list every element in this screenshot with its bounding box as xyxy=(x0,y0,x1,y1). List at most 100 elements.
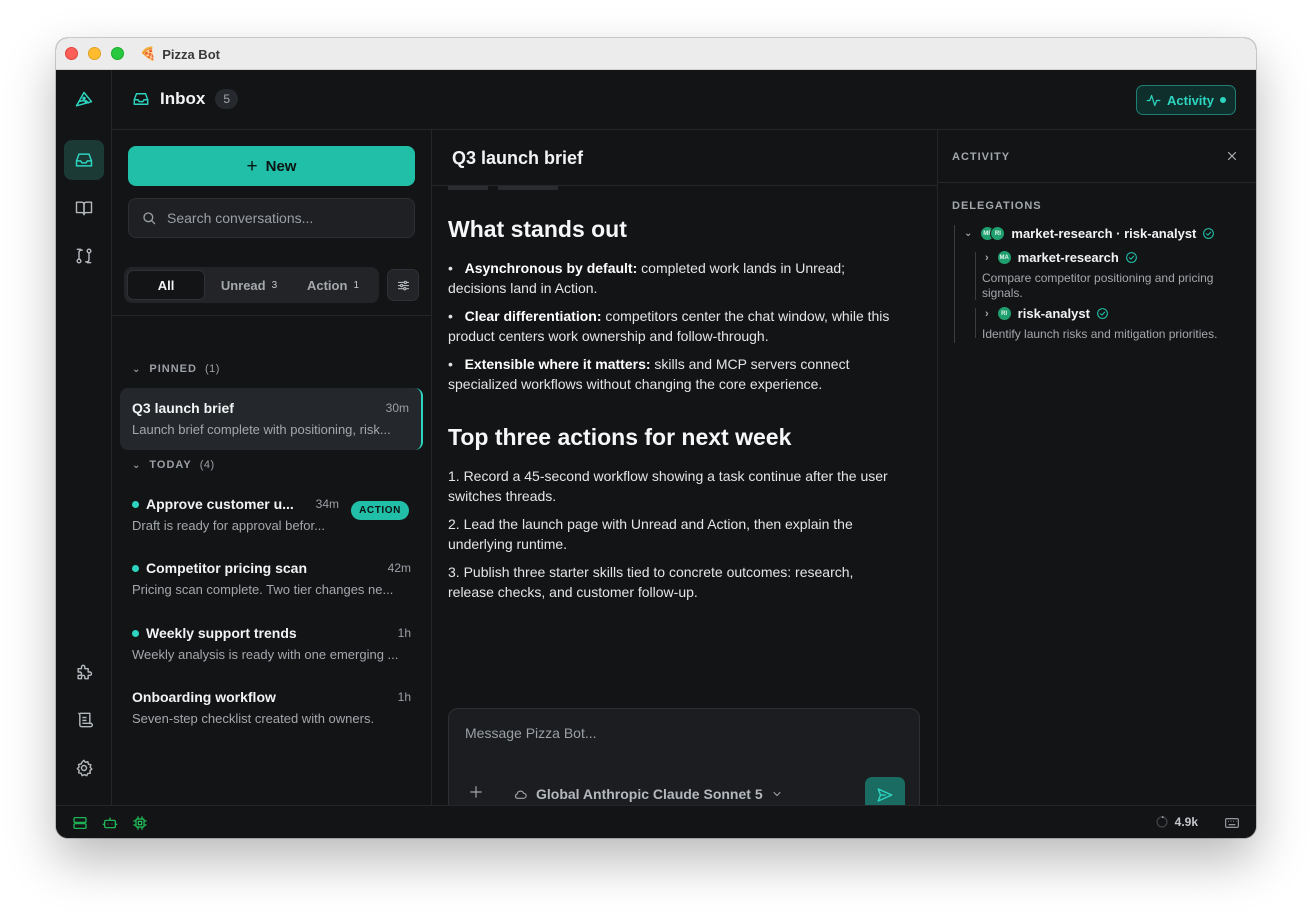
status-icons xyxy=(72,815,148,836)
send-icon xyxy=(877,788,893,802)
delegation-description: Compare competitor positioning and prici… xyxy=(982,271,1214,300)
rail-library-button[interactable] xyxy=(64,188,104,228)
server-status-button[interactable] xyxy=(72,815,88,836)
rail-inbox-button[interactable] xyxy=(64,140,104,180)
chevron-down-icon: ⌄ xyxy=(132,363,142,375)
chevron-down-icon: ⌄ xyxy=(964,228,973,239)
numbered-item: 1. Record a 45-second workflow showing a… xyxy=(448,468,888,504)
token-count: 4.9k xyxy=(1174,815,1198,829)
tab-unread-label: Unread xyxy=(220,277,266,293)
conversation-preview: Launch brief complete with positioning, … xyxy=(132,422,391,437)
page-title: Inbox xyxy=(160,89,206,108)
workflow-icon xyxy=(76,248,92,264)
zoom-window-button[interactable] xyxy=(111,47,124,60)
rail-workflows-button[interactable] xyxy=(64,236,104,276)
conversation-time: 1h xyxy=(397,626,411,640)
numbered-item: 3. Publish three starter skills tied to … xyxy=(448,564,854,600)
rail-logs-button[interactable] xyxy=(64,700,104,740)
close-window-button[interactable] xyxy=(65,47,78,60)
agent-status-button[interactable] xyxy=(102,815,118,836)
attach-button[interactable] xyxy=(469,785,483,804)
conversation-title: Q3 launch brief xyxy=(132,400,234,416)
conversation-title: Onboarding workflow xyxy=(132,689,276,705)
inbox-icon xyxy=(133,93,149,105)
search-box xyxy=(128,198,415,238)
pizza-logo-icon[interactable] xyxy=(64,80,104,120)
conversation-title: Competitor pricing scan xyxy=(146,560,308,576)
tab-all[interactable]: All xyxy=(127,270,205,300)
today-section-count: (4) xyxy=(199,459,215,471)
conversation-item-competitor-pricing[interactable]: Competitor pricing scan 42m Pricing scan… xyxy=(120,548,423,610)
conversation-item-approve-customer[interactable]: Approve customer u... 34m Draft is ready… xyxy=(120,484,423,546)
pinned-section-header[interactable]: ⌄ PINNED (1) xyxy=(132,363,220,375)
app-window: 🍕 Pizza Bot Inbox 5 Activity + New Searc… xyxy=(56,38,1256,838)
today-section-header[interactable]: ⌄ TODAY (4) xyxy=(132,459,215,471)
bullet-lead: Clear differentiation: xyxy=(464,308,602,324)
puzzle-icon xyxy=(77,664,93,680)
cpu-status-button[interactable] xyxy=(132,815,148,836)
usage-ring-icon xyxy=(1155,816,1168,828)
conversation-item-q3-launch-brief[interactable]: Q3 launch brief 30m Launch brief complet… xyxy=(120,388,423,450)
keyboard-shortcuts-button[interactable] xyxy=(1224,815,1240,836)
activity-status-dot xyxy=(1219,97,1226,103)
conversation-item-onboarding-workflow[interactable]: Onboarding workflow 1h Seven-step checkl… xyxy=(120,677,423,739)
conversation-preview: Draft is ready for approval befor... xyxy=(132,518,325,533)
gear-icon xyxy=(76,759,93,777)
minimize-window-button[interactable] xyxy=(88,47,101,60)
filter-settings-button[interactable] xyxy=(387,269,419,301)
delegation-child-label: risk-analyst xyxy=(1017,306,1090,321)
conversation-list-pane: + New All Unread 3 Action 1 xyxy=(112,130,432,805)
nav-rail xyxy=(56,70,112,805)
delegation-child-label: market-research xyxy=(1017,250,1119,265)
check-circle-icon xyxy=(1097,308,1108,319)
sliders-icon xyxy=(397,280,409,290)
tab-all-label: All xyxy=(157,277,175,293)
pinned-section-label: PINNED xyxy=(149,363,197,375)
activity-toggle-button[interactable]: Activity xyxy=(1136,85,1236,115)
tab-unread[interactable]: Unread 3 xyxy=(209,270,289,300)
delegation-root-label: market-research · risk-analyst xyxy=(1011,226,1197,241)
chevron-right-icon: › xyxy=(985,307,989,320)
divider xyxy=(112,315,431,316)
tree-guide xyxy=(975,252,976,300)
delegation-root[interactable]: ⌄ MR RI market-research · risk-analyst xyxy=(964,226,1215,241)
close-activity-button[interactable] xyxy=(1226,149,1238,167)
window-title-text: Pizza Bot xyxy=(162,46,220,62)
delegation-child[interactable]: › MA market-research xyxy=(985,250,1138,265)
section-heading: What stands out xyxy=(448,216,627,242)
rail-extensions-button[interactable] xyxy=(64,652,104,692)
conversation-time: 42m xyxy=(387,561,411,575)
scroll-icon xyxy=(78,712,93,728)
delegation-child[interactable]: › RI risk-analyst xyxy=(985,306,1109,321)
conversation-item-weekly-support[interactable]: Weekly support trends 1h Weekly analysis… xyxy=(120,613,423,675)
title-bar: 🍕 Pizza Bot xyxy=(56,38,1256,70)
conversation-preview: Weekly analysis is ready with one emergi… xyxy=(132,647,399,662)
avatar: RI xyxy=(996,306,1012,321)
rail-settings-button[interactable] xyxy=(64,748,104,788)
activity-title: ACTIVITY xyxy=(952,151,1011,163)
token-usage[interactable]: 4.9k xyxy=(1155,815,1198,829)
avatar-group: MR RI xyxy=(980,226,1006,241)
activity-panel: ACTIVITY DELEGATIONS ⌄ MR RI market-rese… xyxy=(937,130,1256,805)
plus-icon: + xyxy=(246,155,258,177)
model-selector[interactable]: Global Anthropic Claude Sonnet 5 xyxy=(513,786,783,802)
avatar: RI xyxy=(990,226,1006,241)
search-input[interactable] xyxy=(167,210,397,226)
tree-guide xyxy=(975,308,976,338)
bullet-lead: Asynchronous by default: xyxy=(464,260,638,276)
activity-pulse-icon xyxy=(1146,94,1161,106)
filter-tabs: All Unread 3 Action 1 xyxy=(124,267,379,303)
unread-dot xyxy=(132,565,139,572)
pinned-section-count: (1) xyxy=(204,363,220,375)
tab-action[interactable]: Action 1 xyxy=(293,270,373,300)
keyboard-icon xyxy=(1225,818,1239,828)
action-badge: ACTION xyxy=(351,501,409,520)
chevron-right-icon: › xyxy=(985,251,989,264)
new-conversation-button[interactable]: + New xyxy=(128,146,415,186)
section-heading: Top three actions for next week xyxy=(448,424,792,450)
bullet-item: • Extensible where it matters: skills an… xyxy=(448,356,850,392)
delegations-header: DELEGATIONS xyxy=(952,200,1042,212)
bullet-lead: Extensible where it matters: xyxy=(464,356,651,372)
inbox-icon xyxy=(75,153,93,167)
message-input[interactable]: Message Pizza Bot... xyxy=(465,725,597,741)
